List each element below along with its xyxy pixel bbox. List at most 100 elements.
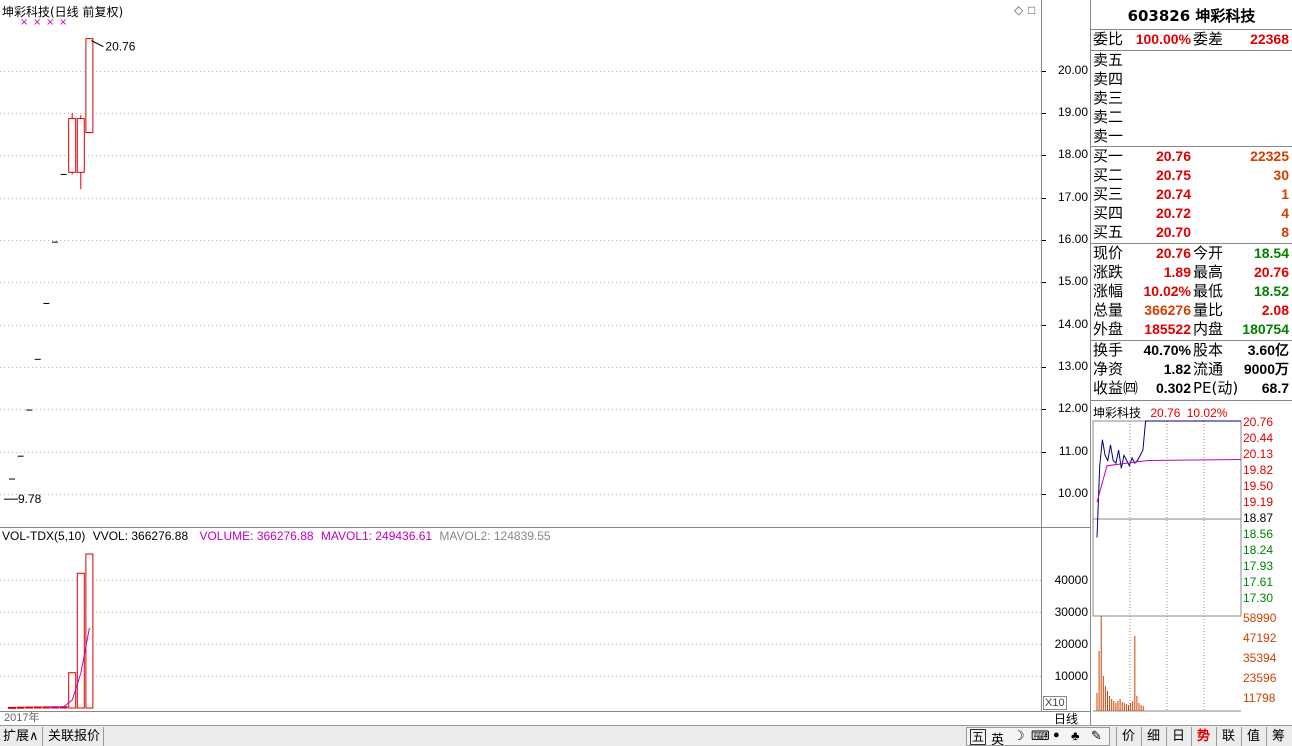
stat-value: 1.89 (1163, 264, 1191, 280)
weicha-value: 22368 (1250, 31, 1289, 47)
price-tick: 15.00 (1057, 274, 1088, 289)
weibi-row: 委比 100.00% 委差 22368 (1091, 30, 1291, 49)
indicator-name[interactable]: VOL-TDX(5,10) (2, 529, 85, 543)
volume-axis: X10 40000 30000 20000 10000 (1042, 527, 1090, 711)
period-label[interactable]: 日线 (1042, 711, 1090, 726)
tab-5[interactable]: 值 (1241, 727, 1265, 746)
mini-price-tick: 18.87 (1243, 511, 1274, 525)
volume-bar (85, 553, 94, 709)
ime-five-icon[interactable]: 五 (970, 729, 987, 745)
ime-tool-icon[interactable]: ✎ (1091, 728, 1102, 744)
buy-price: 20.74 (1155, 186, 1191, 202)
tab-6[interactable]: 筹 (1266, 727, 1290, 746)
price-tick: 20.00 (1057, 62, 1088, 77)
buy-volume: 22325 (1250, 148, 1289, 164)
buy-label: 买二 (1093, 166, 1124, 184)
buy-row: 买一 20.76 22325 (1091, 147, 1291, 166)
mini-price-tick: 19.19 (1243, 495, 1274, 509)
buy-volume: 4 (1281, 205, 1289, 221)
price-tick: 18.00 (1057, 147, 1088, 162)
vol-tick: 10000 (1054, 668, 1088, 683)
volume-chart[interactable]: VOL-TDX(5,10) VVOL: 366276.88 VOLUME: 36… (0, 527, 1042, 711)
mini-vol-tick: 23596 (1243, 671, 1277, 685)
price-tick-mark (1042, 282, 1046, 284)
mavol1-value: MAVOL1: 249436.61 (320, 529, 433, 543)
mini-price-tick: 19.82 (1243, 463, 1274, 477)
mini-price-tick: 20.76 (1243, 415, 1274, 429)
stat-value: 185522 (1144, 321, 1191, 337)
fund-label: 净资 (1093, 360, 1124, 378)
bottom-bar: 扩展∧ 关联报价 五 英 ☽ ⌨ ● ♣ ✎ 价细日势联值筹 (0, 725, 1292, 746)
candle-body (68, 118, 77, 173)
low-label: 9.78 (18, 492, 42, 506)
weibi-value: 100.00% (1135, 31, 1191, 47)
volume-bar (68, 672, 77, 709)
vol-tick: 20000 (1054, 636, 1088, 651)
vvol-value: VVOL: 366276.88 (92, 529, 189, 543)
price-tick: 19.00 (1057, 105, 1088, 120)
buy-price: 20.70 (1155, 224, 1191, 240)
kline-canvas[interactable]: × × × ×20.769.78 (0, 0, 1042, 527)
stat-row: 总量 366276 量比 2.08 (1091, 301, 1291, 320)
stat-value-2: 180754 (1242, 321, 1289, 337)
sell-row: 卖二 (1091, 108, 1291, 127)
square-icon[interactable]: □ (1028, 3, 1035, 17)
fund-value: 1.82 (1163, 361, 1191, 377)
price-tick: 17.00 (1057, 189, 1088, 204)
volume-canvas[interactable] (0, 528, 1042, 712)
fund-value-2: 9000万 (1243, 361, 1289, 377)
ime-english-icon[interactable]: 英 (991, 729, 1004, 746)
vol-tick: 30000 (1054, 604, 1088, 619)
tab-4[interactable]: 联 (1216, 727, 1240, 746)
volume-value: VOLUME: 366276.88 (199, 529, 314, 543)
ime-mic-icon[interactable]: ● (1053, 729, 1060, 741)
candle-body (76, 118, 85, 173)
price-tick-mark (1042, 197, 1046, 199)
weibi-label: 委比 (1093, 30, 1124, 48)
expand-tab[interactable]: 扩展∧ (0, 727, 43, 746)
fund-label-2: PE(动) (1193, 379, 1239, 397)
price-tick-mark (1042, 324, 1046, 326)
fund-label: 换手 (1093, 341, 1124, 359)
mini-price-line (1096, 420, 1241, 538)
price-tick: 11.00 (1058, 443, 1088, 458)
stat-row: 外盘 185522 内盘 180754 (1091, 320, 1291, 339)
tab-0[interactable]: 价 (1116, 727, 1140, 746)
tab-2[interactable]: 日 (1166, 727, 1190, 746)
mini-vol-tick: 11798 (1243, 691, 1276, 705)
fund-label-2: 股本 (1193, 341, 1224, 359)
ime-user-icon[interactable]: ♣ (1071, 728, 1080, 743)
tab-3[interactable]: 势 (1191, 727, 1215, 746)
related-quote-tab[interactable]: 关联报价 (45, 727, 105, 746)
sell-row: 卖一 (1091, 127, 1291, 146)
ime-keyboard-icon[interactable]: ⌨ (1031, 728, 1050, 744)
buy-row: 买五 20.70 8 (1091, 223, 1291, 242)
buy-price: 20.76 (1155, 148, 1191, 164)
stat-label-2: 内盘 (1193, 320, 1224, 338)
fund-label: 收益㈣ (1093, 379, 1139, 397)
tab-1[interactable]: 细 (1141, 727, 1165, 746)
stat-value-2: 20.76 (1253, 264, 1289, 280)
price-tick-mark (1042, 70, 1046, 72)
sell-label: 卖四 (1093, 70, 1124, 88)
stat-value: 20.76 (1155, 245, 1191, 261)
sell-row: 卖五 (1091, 51, 1291, 70)
buy-price: 20.72 (1155, 205, 1191, 221)
buy-row: 买三 20.74 1 (1091, 185, 1291, 204)
stat-row: 现价 20.76 今开 18.54 (1091, 244, 1291, 263)
price-axis: 20.00 19.00 18.00 17.00 16.00 15.00 14.00 13.00… (1042, 0, 1090, 527)
sell-label: 卖五 (1093, 51, 1124, 69)
sell-label: 卖一 (1093, 127, 1124, 145)
ime-moon-icon[interactable]: ☽ (1013, 728, 1025, 744)
volume-bar (33, 706, 42, 709)
kline-chart[interactable]: × × × × 20.76 9.78 坤彩科技(日线 前复权) ◇ □ (0, 0, 1042, 527)
price-tick-mark (1042, 409, 1046, 411)
price-tick: 14.00 (1057, 316, 1088, 331)
buy-volume: 8 (1281, 224, 1289, 240)
sell-label: 卖二 (1093, 108, 1124, 126)
diamond-icon[interactable]: ◇ (1014, 3, 1023, 17)
stat-row: 涨幅 10.02% 最低 18.52 (1091, 282, 1291, 301)
mini-vol-tick: 58990 (1243, 611, 1277, 625)
mini-price-tick: 17.30 (1243, 591, 1274, 605)
weicha-label: 委差 (1193, 30, 1224, 48)
